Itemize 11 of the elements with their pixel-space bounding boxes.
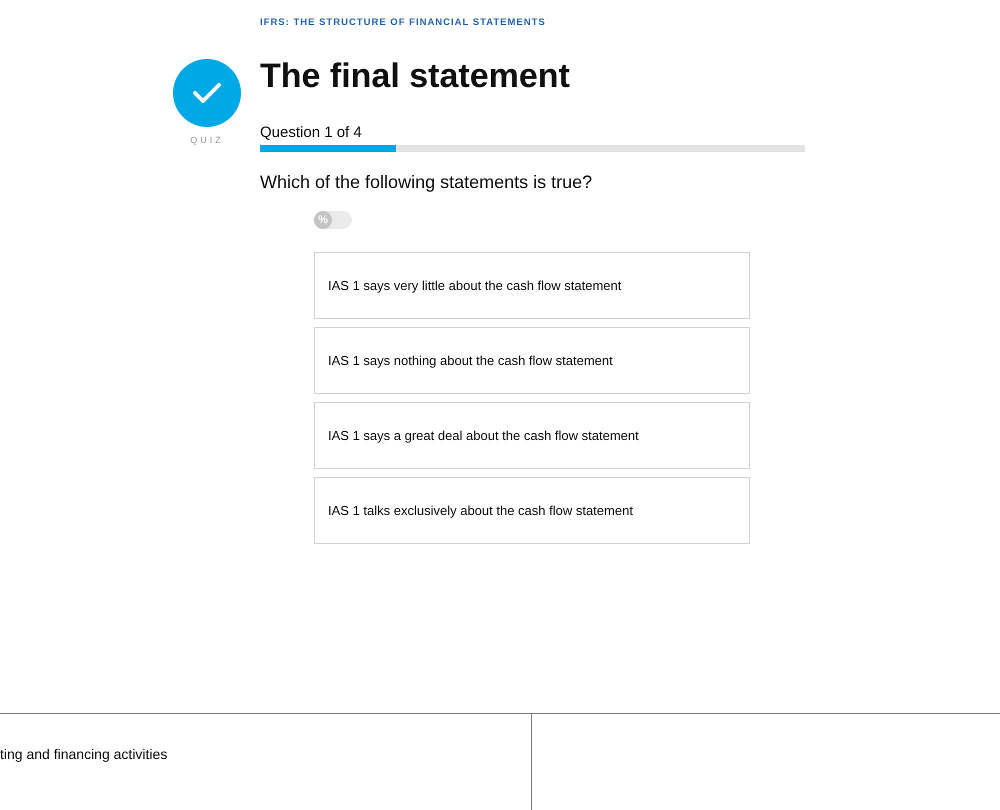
page-title: The final statement — [260, 56, 571, 96]
question-text: Which of the following statements is true? — [260, 172, 594, 193]
question-counter: Question 1 of 4 — [260, 124, 363, 141]
quiz-label: QUIZ — [189, 135, 225, 145]
course-title: IFRS: THE STRUCTURE OF FINANCIAL STATEMENTS — [260, 17, 547, 28]
answer-option[interactable]: IAS 1 says very little about the cash flow statement — [314, 252, 750, 319]
checkmark-icon — [192, 81, 222, 105]
answer-option[interactable]: IAS 1 talks exclusively about the cash flow statement — [314, 477, 750, 544]
table-cell-text: ting and financing activities — [0, 746, 168, 762]
answer-option[interactable]: IAS 1 says nothing about the cash flow statement — [314, 327, 750, 394]
answer-option[interactable]: IAS 1 says a great deal about the cash flow statement — [314, 402, 750, 469]
